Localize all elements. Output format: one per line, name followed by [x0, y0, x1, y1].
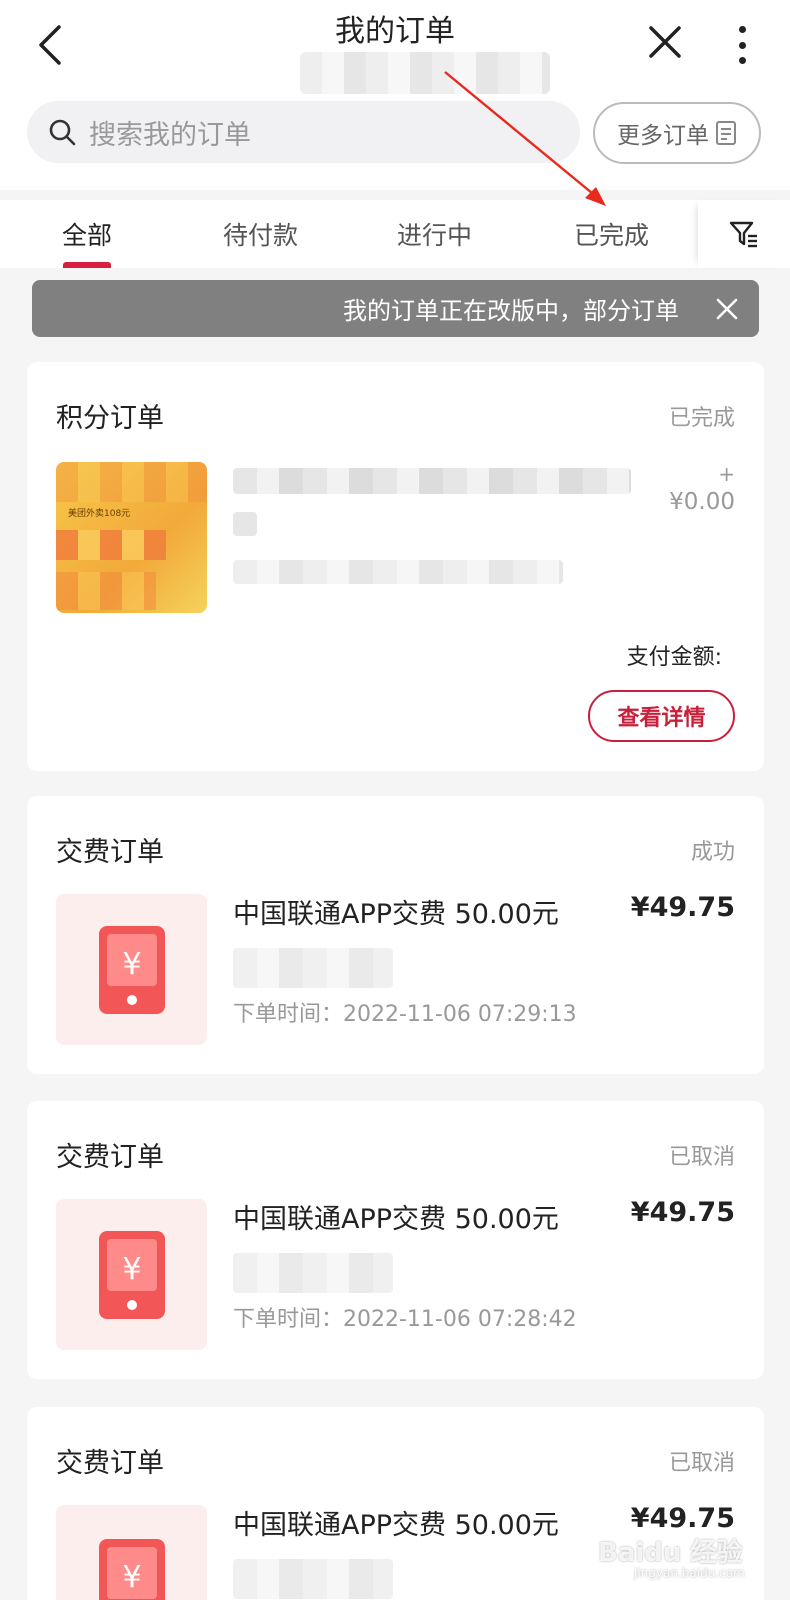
product-name: 中国联通APP交费 50.00元 — [233, 899, 559, 930]
product-desc-blurred — [233, 560, 563, 584]
close-icon — [649, 26, 681, 58]
blur-block — [56, 530, 166, 560]
product-name-blurred — [233, 468, 631, 494]
tab-all[interactable]: 全部 — [62, 216, 112, 252]
product-image: 美团外卖108元 — [56, 462, 207, 613]
order-type: 交费订单 — [56, 1142, 164, 1173]
order-price: ¥0.00 — [669, 489, 735, 515]
watermark-brand: Baidu 经验 — [598, 1538, 743, 1568]
product-image: ¥ — [56, 894, 207, 1045]
order-type: 交费订单 — [56, 1448, 164, 1479]
order-status: 已取消 — [668, 1145, 735, 1170]
document-list-icon — [716, 121, 736, 145]
product-image: ¥ — [56, 1199, 207, 1350]
svg-text:¥: ¥ — [122, 1252, 141, 1287]
product-name: 中国联通APP交费 50.00元 — [233, 1204, 559, 1235]
account-blurred — [300, 52, 550, 94]
filter-icon — [729, 221, 757, 248]
search-icon — [49, 119, 76, 146]
more-orders-button[interactable]: 更多订单 — [593, 102, 761, 164]
svg-text:¥: ¥ — [122, 1560, 141, 1595]
product-name: 中国联通APP交费 50.00元 — [233, 1510, 559, 1541]
order-price: ¥49.75 — [630, 1503, 735, 1534]
view-details-button[interactable]: 查看详情 — [588, 690, 735, 742]
order-card[interactable]: 交费订单 已取消 ¥ 中国联通APP交费 50.00元 下单时间：2022-11… — [27, 1101, 764, 1379]
header: 我的订单 搜索我的订单 更多订单 — [0, 0, 790, 190]
more-dot — [738, 57, 746, 64]
blur-block — [56, 572, 156, 610]
order-type: 交费订单 — [56, 837, 164, 868]
order-status: 成功 — [690, 840, 735, 865]
order-time: 下单时间：2022-11-06 07:29:13 — [233, 1002, 577, 1027]
coupon-title: 美团外卖108元 — [68, 509, 131, 519]
order-price: ¥49.75 — [630, 1197, 735, 1228]
phone-payment-icon: ¥ — [98, 1230, 165, 1319]
points-plus: + — [718, 462, 735, 486]
redesign-notice: 我的订单正在改版中，部分订单 — [32, 280, 759, 337]
order-status: 已完成 — [668, 406, 735, 431]
product-image: ¥ — [56, 1505, 207, 1600]
order-time: 下单时间：2022-11-06 07:28:42 — [233, 1307, 577, 1332]
account-blurred — [233, 1559, 393, 1599]
filter-button[interactable] — [698, 200, 790, 268]
account-blurred — [233, 948, 393, 988]
account-blurred — [233, 1253, 393, 1293]
close-button[interactable] — [643, 20, 687, 64]
tab-in-progress[interactable]: 进行中 — [397, 216, 472, 252]
pay-amount-label: 支付金额: — [626, 645, 722, 670]
blur-block — [56, 462, 207, 502]
tab-completed[interactable]: 已完成 — [574, 216, 649, 252]
svg-text:¥: ¥ — [122, 947, 141, 982]
order-type: 积分订单 — [56, 403, 164, 434]
more-orders-label: 更多订单 — [617, 123, 709, 149]
watermark-url: jingyan.baidu.com — [634, 1566, 745, 1580]
phone-payment-icon: ¥ — [98, 925, 165, 1014]
search-input[interactable]: 搜索我的订单 — [27, 101, 580, 163]
more-vertical-icon — [738, 26, 746, 33]
order-card[interactable]: 积分订单 已完成 美团外卖108元 + ¥0.00 支付金额: 查看详情 — [27, 362, 764, 771]
tab-pending-payment[interactable]: 待付款 — [223, 216, 298, 252]
notice-text: 我的订单正在改版中，部分订单 — [343, 297, 679, 325]
more-dot — [738, 41, 746, 49]
order-status: 已取消 — [668, 1451, 735, 1476]
order-tabs: 全部 待付款 进行中 已完成 — [0, 190, 790, 268]
search-placeholder: 搜索我的订单 — [89, 119, 251, 151]
close-icon[interactable] — [715, 297, 739, 321]
active-tab-indicator — [63, 262, 111, 268]
order-price: ¥49.75 — [630, 892, 735, 923]
more-button[interactable] — [730, 20, 754, 70]
phone-payment-icon: ¥ — [98, 1539, 165, 1600]
order-card[interactable]: 交费订单 成功 ¥ 中国联通APP交费 50.00元 下单时间：2022-11-… — [27, 796, 764, 1074]
product-name-blurred — [233, 512, 257, 536]
